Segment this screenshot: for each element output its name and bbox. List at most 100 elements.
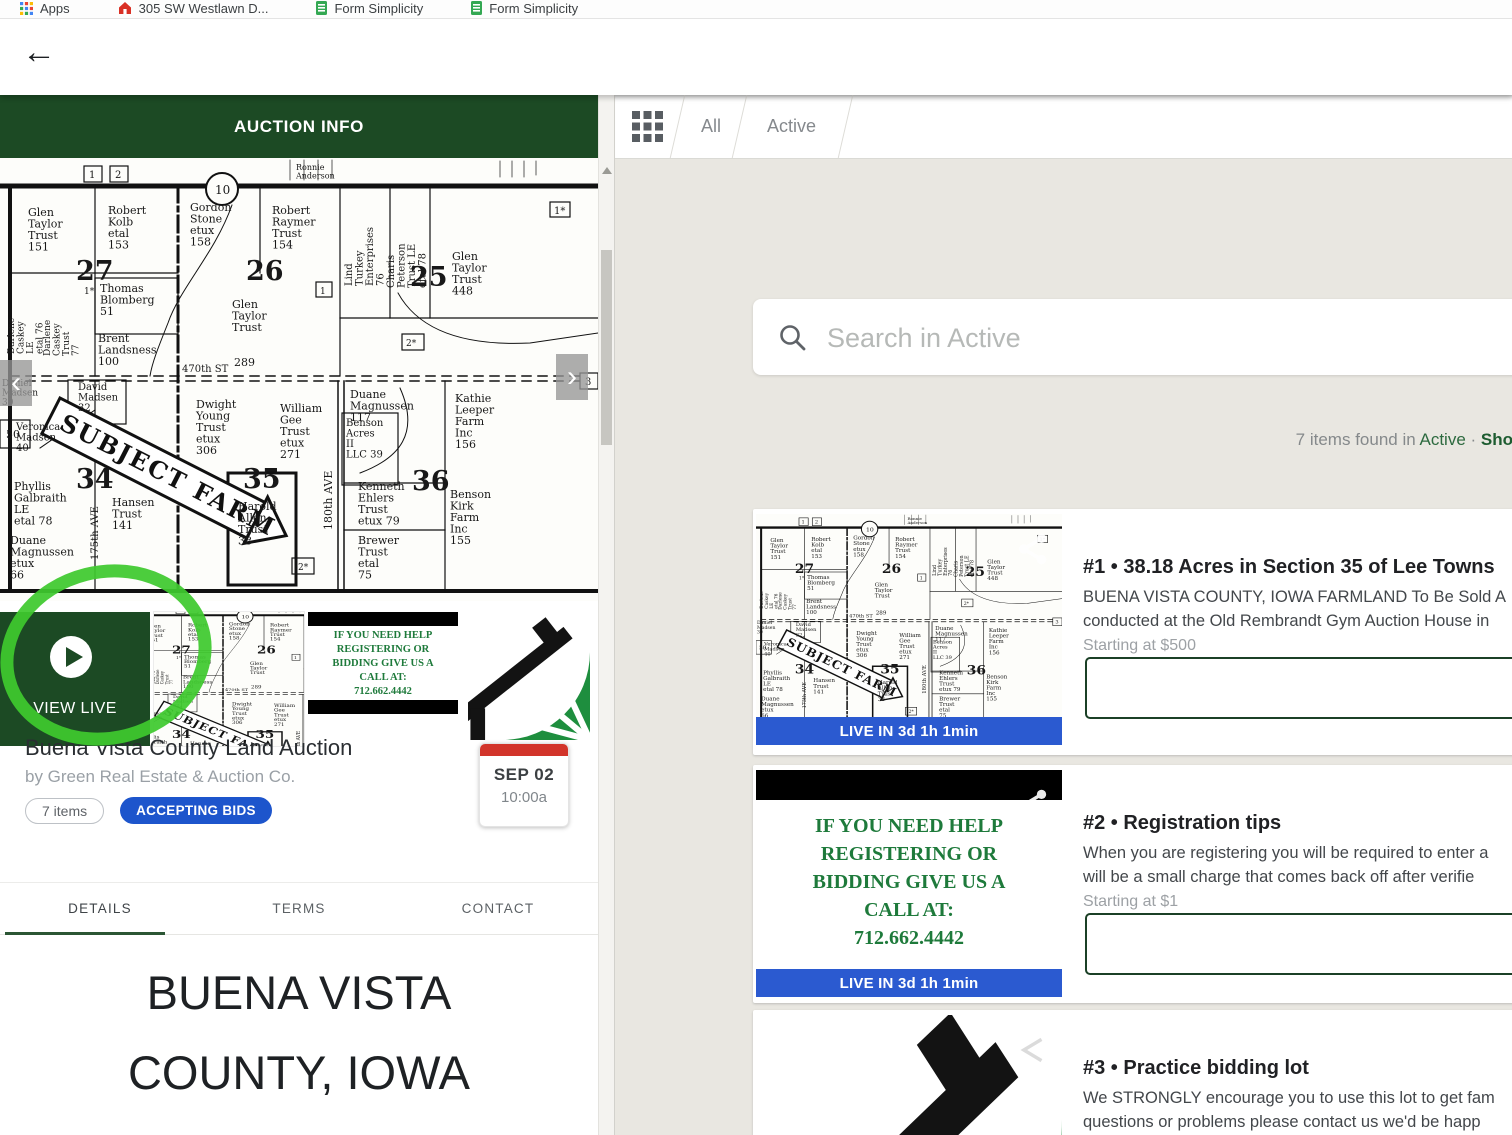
results-prefix: 7 items found in <box>1296 430 1420 449</box>
bookmark-label: 305 SW Westlawn D... <box>139 1 269 16</box>
lot-thumbnail[interactable] <box>756 1015 1062 1135</box>
auction-info-header: AUCTION INFO <box>0 95 598 158</box>
lot-title[interactable]: #1 • 38.18 Acres in Section 35 of Lee To… <box>1083 556 1495 579</box>
svg-text:470th ST: 470th ST <box>182 364 229 375</box>
auction-info-panel: AUCTION INFO <box>0 95 614 1135</box>
svg-text:175th AVE: 175th AVE <box>90 506 101 560</box>
results-filter: Active <box>1419 430 1465 449</box>
svg-text:1*: 1* <box>84 287 95 297</box>
back-button[interactable]: ← <box>22 35 56 69</box>
lot-title[interactable]: #2 • Registration tips <box>1083 812 1281 835</box>
green-real-estate-logo <box>468 612 590 746</box>
results-summary: 7 items found in Active · Sho <box>1296 430 1512 450</box>
svg-text:35: 35 <box>243 464 281 495</box>
starting-price: Starting at $500 <box>1083 637 1196 655</box>
page: Apps 305 SW Westlawn D... Form Simplicit… <box>0 0 1512 1135</box>
tab-active[interactable]: Active <box>767 95 816 158</box>
share-icon[interactable] <box>1016 1033 1050 1072</box>
svg-text:2: 2 <box>115 170 121 181</box>
apps-grid-icon <box>20 2 33 15</box>
items-count-badge: 7 items <box>25 798 104 824</box>
auction-time: 10:00a <box>480 789 568 806</box>
black-bar <box>308 612 458 626</box>
help-thumbnail[interactable]: IF YOU NEED HELPREGISTERING ORBIDDING GI… <box>308 612 458 746</box>
help-text: IF YOU NEED HELPREGISTERING ORBIDDING GI… <box>756 812 1062 952</box>
search-icon <box>778 323 808 358</box>
left-panel-scrollbar[interactable] <box>598 95 614 1135</box>
view-live-thumbnail[interactable]: VIEW LIVE <box>0 612 150 746</box>
results-show-link[interactable]: Sho <box>1481 430 1512 449</box>
play-icon <box>48 634 94 685</box>
search-input[interactable] <box>825 299 1389 377</box>
tab-separator <box>838 95 854 158</box>
tab-contact[interactable]: CONTACT <box>398 883 598 934</box>
details-heading-line1: BUENA VISTA <box>0 965 598 1020</box>
lot-description-line2: will be a small charge that comes back o… <box>1083 868 1474 887</box>
auction-title[interactable]: Buena Vista County Land Auction <box>25 735 352 761</box>
bookmarks-bar: Apps 305 SW Westlawn D... Form Simplicit… <box>0 0 1512 19</box>
svg-text:289: 289 <box>234 356 255 369</box>
starting-price: Starting at $1 <box>1083 893 1178 911</box>
live-countdown-badge: LIVE IN 3d 1h 1min <box>756 717 1062 745</box>
plat-map-viewer[interactable]: SUBJECT FARM RonnieAnderson12101*GlenTay… <box>0 158 598 601</box>
tab-separator <box>670 95 686 158</box>
lot-description-line2: conducted at the Old Rembrandt Gym Aucti… <box>1083 612 1489 631</box>
lot-description-line1: When you are registering you will be req… <box>1083 844 1488 863</box>
bookmark-apps[interactable]: Apps <box>20 1 70 16</box>
svg-text:10: 10 <box>215 183 230 197</box>
help-text: IF YOU NEED HELPREGISTERING ORBIDDING GI… <box>308 629 458 699</box>
search-box <box>753 299 1512 375</box>
bookmark-label: Form Simplicity <box>489 1 578 16</box>
view-live-label: VIEW LIVE <box>0 700 150 718</box>
bookmark-westlawn[interactable]: 305 SW Westlawn D... <box>118 1 269 16</box>
lot-thumbnail[interactable]: IF YOU NEED HELPREGISTERING ORBIDDING GI… <box>756 770 1062 997</box>
svg-text:DarleneCaskeyLEetal 76: DarleneCaskeyLEetal 76 <box>7 318 45 354</box>
bookmark-form-simplicity-2[interactable]: Form Simplicity <box>471 1 578 16</box>
map-next-button[interactable]: › <box>556 354 588 400</box>
share-icon[interactable] <box>1016 788 1050 827</box>
lot-thumbnail[interactable]: LIVE IN 3d 1h 1min <box>756 514 1062 745</box>
tab-terms[interactable]: TERMS <box>199 883 399 934</box>
green-doc-icon <box>471 1 482 15</box>
lot-card-3[interactable]: #3 • Practice bidding lot We STRONGLY en… <box>753 1010 1512 1135</box>
logo-thumbnail[interactable] <box>468 612 590 746</box>
results-separator: · <box>1466 430 1481 449</box>
green-doc-icon <box>316 1 327 15</box>
header-bar: ← <box>0 19 1512 95</box>
bid-input[interactable] <box>1085 913 1512 975</box>
live-countdown-badge: LIVE IN 3d 1h 1min <box>756 969 1062 997</box>
scrollbar-thumb[interactable] <box>601 250 612 445</box>
grid-view-icon[interactable] <box>632 111 663 147</box>
tab-details[interactable]: DETAILS <box>0 883 200 934</box>
lot-list-body: 7 items found in Active · Sho LIVE IN 3d… <box>615 158 1512 1135</box>
bookmark-form-simplicity-1[interactable]: Form Simplicity <box>316 1 423 16</box>
scrollbar-up-arrow-icon[interactable] <box>602 167 612 174</box>
left-panel-tabs: DETAILS TERMS CONTACT <box>0 882 598 935</box>
calendar-red-strip <box>480 744 568 756</box>
lot-description-line1: We STRONGLY encourage you to use this lo… <box>1083 1089 1495 1108</box>
share-icon[interactable] <box>1016 532 1050 571</box>
lot-title[interactable]: #3 • Practice bidding lot <box>1083 1057 1309 1080</box>
svg-text:2*: 2* <box>406 339 417 349</box>
svg-text:2*: 2* <box>298 563 309 573</box>
auction-date: SEP 02 <box>480 765 568 785</box>
bid-input[interactable] <box>1085 657 1512 719</box>
lot-card-2[interactable]: IF YOU NEED HELPREGISTERING ORBIDDING GI… <box>753 765 1512 1003</box>
auction-company: by Green Real Estate & Auction Co. <box>25 767 295 787</box>
svg-text:180th AVE: 180th AVE <box>322 471 335 530</box>
tab-all[interactable]: All <box>701 95 721 158</box>
tab-separator <box>732 95 748 158</box>
lot-card-1[interactable]: LIVE IN 3d 1h 1min #1 • 38.18 Acres in S… <box>753 509 1512 755</box>
black-bar <box>308 700 458 714</box>
bookmark-label: Form Simplicity <box>334 1 423 16</box>
red-house-icon <box>118 1 132 15</box>
map-thumbnail[interactable] <box>154 612 304 746</box>
plat-map-image: SUBJECT FARM RonnieAnderson12101*GlenTay… <box>0 158 598 601</box>
svg-text:1: 1 <box>89 170 95 181</box>
svg-text:36: 36 <box>412 466 450 497</box>
svg-text:26: 26 <box>246 256 284 287</box>
svg-text:1*: 1* <box>554 206 565 217</box>
map-thumbnail-image <box>154 612 304 746</box>
lot-description-line1: BUENA VISTA COUNTY, IOWA FARMLAND To Be … <box>1083 588 1506 607</box>
map-prev-button[interactable]: ‹ <box>0 360 32 406</box>
